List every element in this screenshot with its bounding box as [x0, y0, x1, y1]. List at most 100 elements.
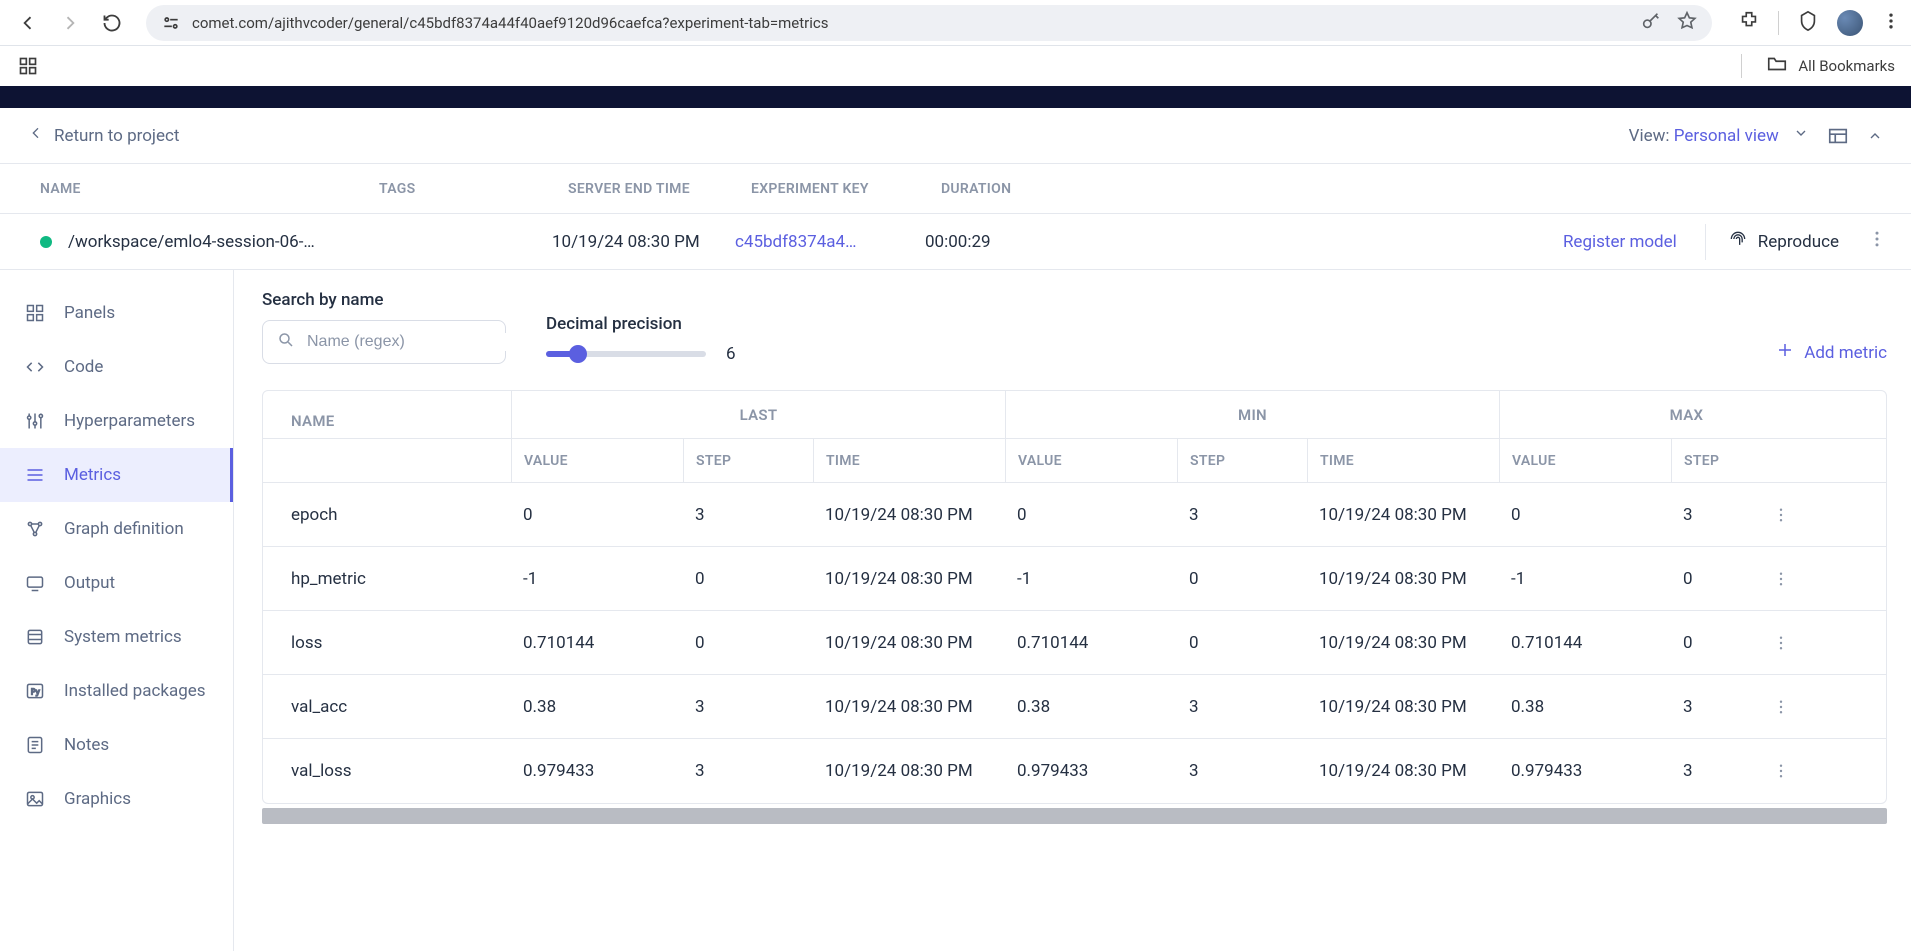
sidebar-item-label: Installed packages	[64, 681, 206, 701]
col-duration: DURATION	[941, 181, 1911, 197]
min-value: 0.710144	[1005, 611, 1177, 674]
max-value: 0.38	[1499, 675, 1671, 738]
url-bar[interactable]: comet.com/ajithvcoder/general/c45bdf8374…	[146, 5, 1712, 41]
experiment-key-link[interactable]: c45bdf8374a4…	[735, 232, 925, 252]
sidebar: Panels Code Hyperparameters Metrics Grap…	[0, 270, 234, 951]
sidebar-item-system-metrics[interactable]: System metrics	[0, 610, 233, 664]
panels-icon	[24, 302, 46, 324]
max-step: 3	[1671, 483, 1761, 546]
experiment-name[interactable]: /workspace/emlo4-session-06-…	[68, 232, 315, 252]
star-icon[interactable]	[1676, 10, 1698, 36]
sidebar-item-hyperparameters[interactable]: Hyperparameters	[0, 394, 233, 448]
reload-icon[interactable]	[94, 5, 130, 41]
duration-value: 00:00:29	[925, 232, 991, 252]
th-last-value: VALUE	[511, 439, 683, 482]
max-value: 0.710144	[1499, 611, 1671, 674]
view-selector[interactable]: View: Personal view	[1629, 125, 1809, 146]
last-step: 3	[683, 739, 813, 803]
th-group-max: MAX	[1499, 391, 1873, 438]
min-step: 3	[1177, 675, 1307, 738]
min-step: 3	[1177, 739, 1307, 803]
row-more-icon[interactable]	[1761, 483, 1801, 546]
folder-icon	[1766, 53, 1788, 79]
min-step: 3	[1177, 483, 1307, 546]
max-step: 3	[1671, 739, 1761, 803]
layout-icon[interactable]	[1827, 125, 1849, 147]
metrics-icon	[24, 464, 46, 486]
status-dot	[40, 236, 52, 248]
min-time: 10/19/24 08:30 PM	[1307, 675, 1499, 738]
view-label: View:	[1629, 126, 1674, 146]
th-min-step: STEP	[1177, 439, 1307, 482]
sidebar-item-metrics[interactable]: Metrics	[0, 448, 233, 502]
last-time: 10/19/24 08:30 PM	[813, 483, 1005, 546]
reproduce-button[interactable]: Reproduce	[1705, 224, 1839, 260]
search-input[interactable]	[307, 333, 514, 351]
return-to-project-link[interactable]: Return to project	[28, 125, 179, 146]
sidebar-item-label: Graphics	[64, 789, 131, 809]
th-last-time: TIME	[813, 439, 1005, 482]
apps-icon[interactable]	[16, 54, 40, 78]
metric-name: epoch	[263, 483, 511, 546]
sidebar-item-label: System metrics	[64, 627, 182, 647]
experiment-meta-row: /workspace/emlo4-session-06-… 10/19/24 0…	[0, 214, 1911, 270]
search-input-wrapper[interactable]	[262, 320, 506, 364]
th-group-min: MIN	[1005, 391, 1499, 438]
sliders-icon	[24, 410, 46, 432]
all-bookmarks-link[interactable]: All Bookmarks	[1798, 57, 1895, 75]
row-more-icon[interactable]	[1761, 675, 1801, 738]
max-value: 0.979433	[1499, 739, 1671, 803]
th-min-time: TIME	[1307, 439, 1499, 482]
add-metric-button[interactable]: Add metric	[1776, 341, 1887, 364]
sidebar-item-installed-packages[interactable]: PyInstalled packages	[0, 664, 233, 718]
row-more-icon[interactable]	[1761, 739, 1801, 803]
output-icon	[24, 572, 46, 594]
back-icon[interactable]	[10, 5, 46, 41]
forward-icon[interactable]	[52, 5, 88, 41]
app-topbar	[0, 86, 1911, 108]
notes-icon	[24, 734, 46, 756]
row-more-icon[interactable]	[1761, 547, 1801, 610]
precision-slider[interactable]	[546, 351, 706, 357]
row-more-icon[interactable]	[1761, 611, 1801, 674]
graph-icon	[24, 518, 46, 540]
reproduce-label: Reproduce	[1758, 232, 1839, 252]
search-icon	[277, 331, 295, 353]
sidebar-item-graphics[interactable]: Graphics	[0, 772, 233, 826]
more-icon[interactable]	[1867, 229, 1887, 254]
code-icon	[24, 356, 46, 378]
min-step: 0	[1177, 547, 1307, 610]
th-max-step: STEP	[1671, 439, 1801, 482]
sidebar-item-notes[interactable]: Notes	[0, 718, 233, 772]
horizontal-scrollbar[interactable]	[262, 808, 1887, 824]
sidebar-item-label: Notes	[64, 735, 109, 755]
last-step: 3	[683, 675, 813, 738]
precision-value: 6	[726, 344, 736, 364]
site-settings-icon[interactable]	[160, 12, 182, 34]
last-value: 0.710144	[511, 611, 683, 674]
min-time: 10/19/24 08:30 PM	[1307, 739, 1499, 803]
sidebar-item-label: Output	[64, 573, 115, 593]
last-step: 0	[683, 547, 813, 610]
browser-toolbar: comet.com/ajithvcoder/general/c45bdf8374…	[0, 0, 1911, 46]
profile-avatar[interactable]	[1837, 10, 1863, 36]
th-name: NAME	[263, 391, 511, 438]
sidebar-item-graph-definition[interactable]: Graph definition	[0, 502, 233, 556]
register-model-link[interactable]: Register model	[1563, 232, 1677, 252]
sidebar-item-panels[interactable]: Panels	[0, 286, 233, 340]
brave-icon[interactable]	[1797, 10, 1819, 36]
key-icon[interactable]	[1640, 10, 1662, 36]
add-metric-label: Add metric	[1804, 343, 1887, 363]
chevron-up-icon[interactable]	[1867, 128, 1883, 144]
search-label: Search by name	[262, 290, 506, 310]
plus-icon	[1776, 341, 1794, 364]
sidebar-item-output[interactable]: Output	[0, 556, 233, 610]
extensions-icon[interactable]	[1738, 10, 1760, 36]
sidebar-item-label: Code	[64, 357, 103, 377]
kebab-icon[interactable]	[1881, 11, 1901, 35]
sidebar-item-code[interactable]: Code	[0, 340, 233, 394]
th-max-value: VALUE	[1499, 439, 1671, 482]
table-row: loss0.710144010/19/24 08:30 PM0.71014401…	[263, 611, 1886, 675]
min-value: 0.38	[1005, 675, 1177, 738]
min-time: 10/19/24 08:30 PM	[1307, 611, 1499, 674]
